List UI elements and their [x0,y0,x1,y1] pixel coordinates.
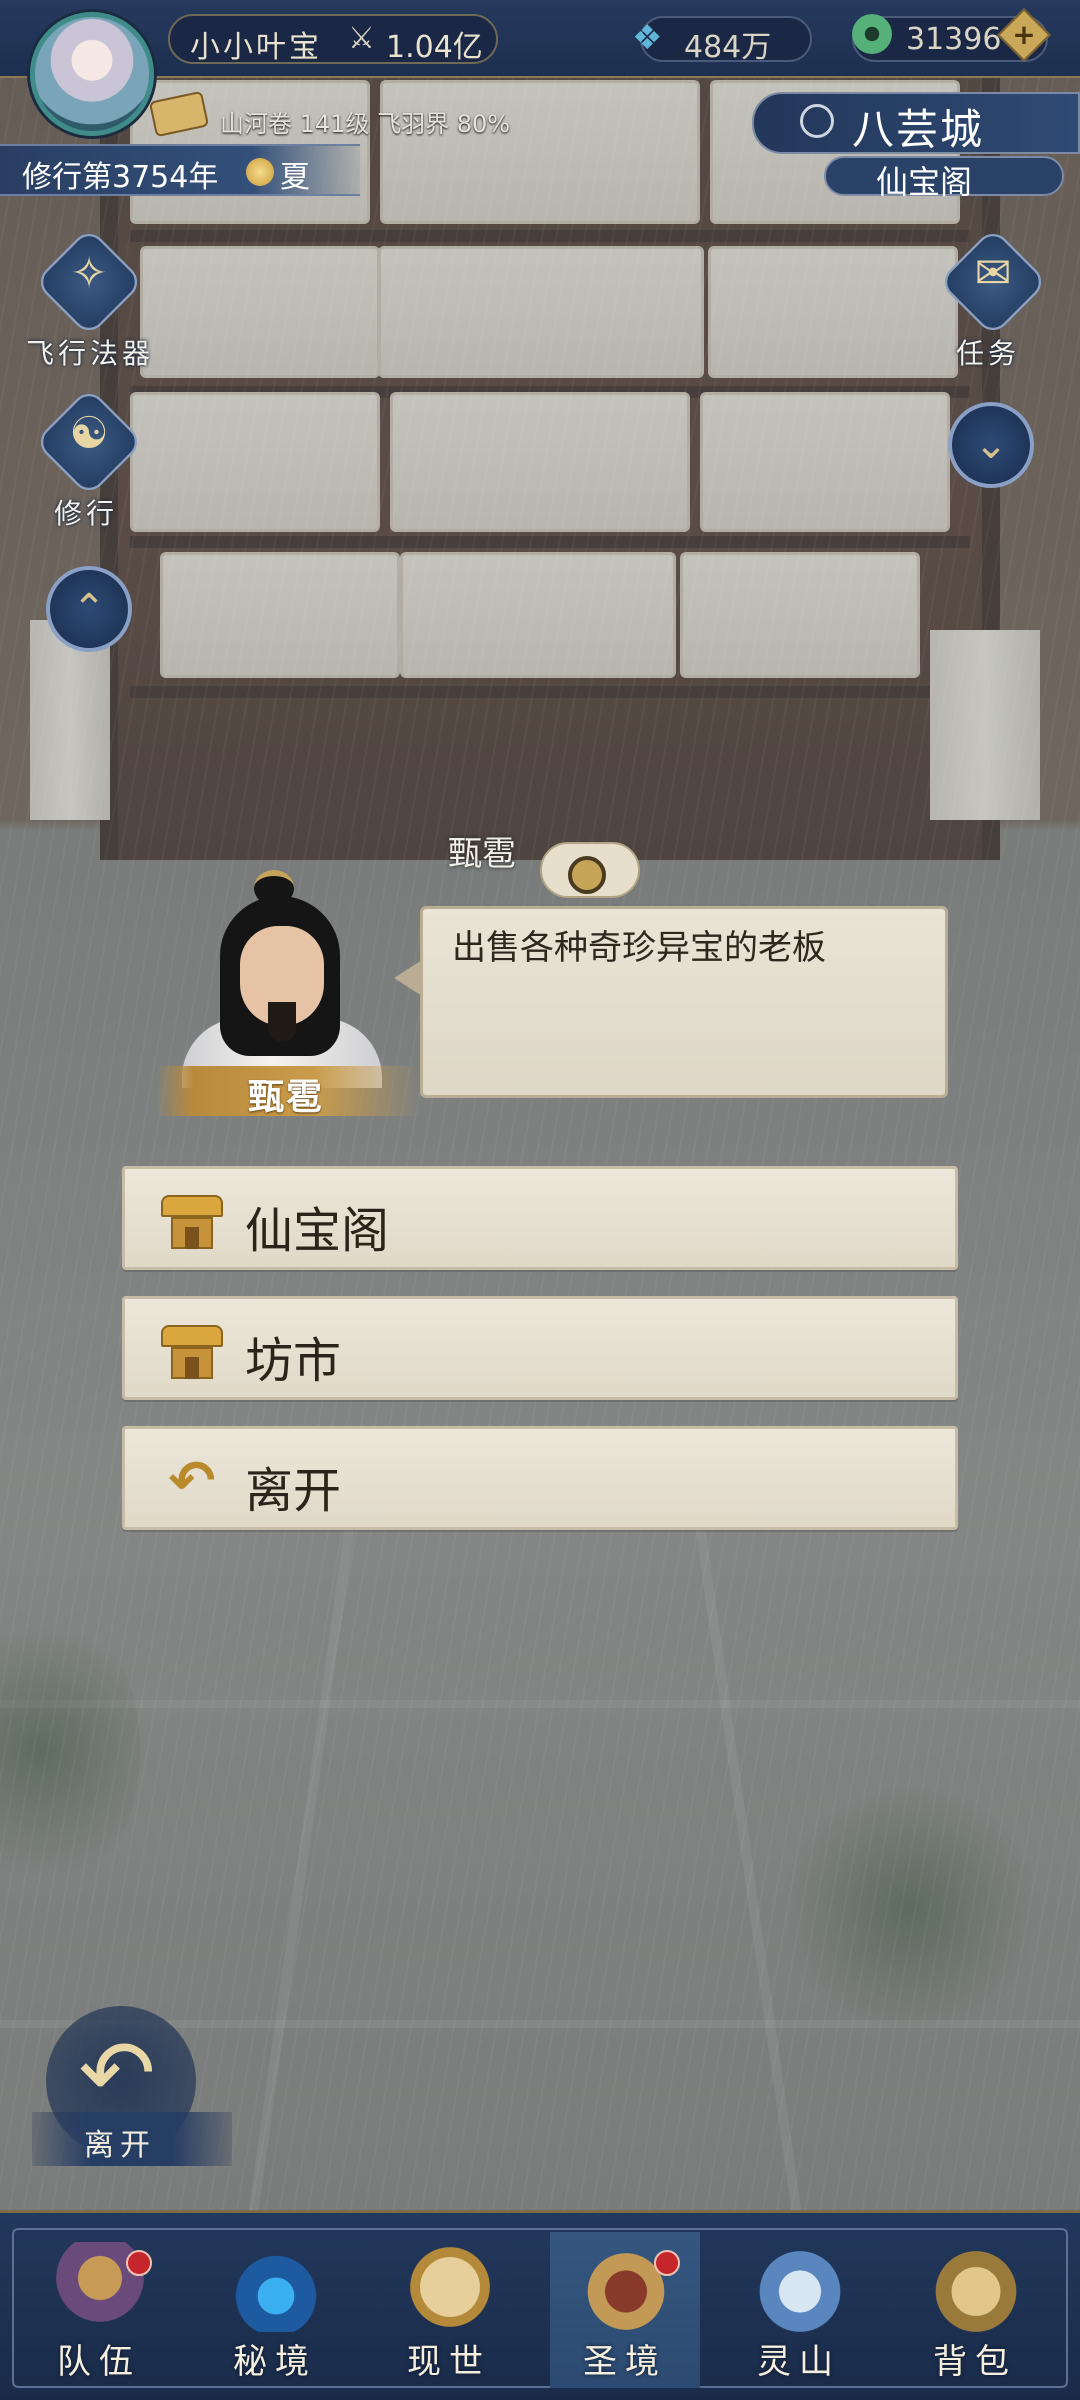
quest-label: 任务 [956,337,1021,370]
plant-decoration [0,1600,140,1900]
expand-down-button[interactable]: ⌄ [948,402,1034,488]
jade-value: 31396 [906,22,1002,57]
cultivate-label: 修行 [54,497,119,530]
flying-sword-icon: ✧ [70,248,108,299]
shop-coin-icon [540,842,640,898]
shelf-panel [140,246,380,378]
nav-backpack[interactable]: 背包 [900,2232,1050,2388]
npc-description: 出售各种奇珍异宝的老板 [452,928,826,968]
mountain-icon [752,2242,848,2332]
collapse-up-button[interactable]: ⌃ [46,566,132,652]
option-market[interactable]: 坊市 [122,1296,958,1400]
season-label: 夏 [280,160,310,195]
season-sun-icon [246,158,274,186]
spirit-stone-icon: ❖ [632,18,663,58]
flying-artifact-button[interactable]: ✧ [33,226,145,342]
shelf-panel [390,392,690,532]
realm-progress: 山河卷 141级 飞羽界 80% [220,110,511,138]
floor-tile-line [688,1480,802,2210]
plus-icon: + [1012,18,1036,51]
nav-label: 队伍 [57,2342,141,2382]
option-leave[interactable]: ↶ 离开 [122,1426,958,1530]
location-map-icon [800,104,834,138]
jade-coin-icon [852,14,892,54]
nav-label: 现世 [407,2342,491,2382]
quest-scroll-icon: ✉ [974,248,1012,299]
return-arrow-icon: ↶ [168,1449,216,1514]
nav-label: 圣境 [583,2342,667,2382]
shelf-panel [400,552,676,678]
shelf-board [130,536,970,548]
npc-name: 甄雹 [248,1077,325,1118]
nav-mortal-world[interactable]: 现世 [374,2232,524,2388]
bag-icon [928,2242,1024,2332]
location-city: 八芸城 [852,105,985,154]
shelf-panel [380,80,700,224]
player-avatar[interactable] [30,12,154,136]
floor-tile-line [248,1480,362,2210]
flying-artifact-label: 飞行法器 [26,337,155,370]
world-map-scroll-icon [402,2242,498,2332]
location-place: 仙宝阁 [876,163,973,201]
shelf-panel [378,246,704,378]
option-label: 坊市 [245,1333,342,1389]
nav-team[interactable]: 队伍 [24,2232,174,2388]
meditating-figure-icon: ☯ [69,408,109,459]
nav-label: 背包 [933,2342,1017,2382]
chevron-up-icon: ⌃ [72,586,106,632]
market-building-icon [157,1317,227,1387]
pavilion-icon [157,1187,227,1257]
option-xianbao-pavilion[interactable]: 仙宝阁 [122,1166,958,1270]
floor-tile-line [0,1700,1080,1708]
shelf-panel [708,246,958,378]
plant-decoration [780,1780,1040,2040]
shelf-panel [160,552,400,678]
leave-label: 离开 [84,2128,156,2163]
shelf-panel [700,392,950,532]
notification-dot [654,2250,680,2276]
return-arrow-icon: ↶ [78,2020,156,2127]
player-name: 小小叶宝 [190,30,322,65]
speech-bubble-tail [394,960,422,996]
combat-power-icon: ⚔ [348,21,375,56]
notification-dot [126,2250,152,2276]
option-label: 仙宝阁 [245,1203,390,1259]
shelf-panel [680,552,920,678]
portal-vortex-icon [228,2242,324,2332]
chevron-down-icon: ⌄ [974,422,1008,468]
nav-label: 秘境 [233,2342,317,2382]
npc-portrait [176,870,386,1088]
combat-power-value: 1.04亿 [386,30,483,65]
fence-post [930,630,1040,820]
nav-label: 灵山 [757,2342,841,2382]
shelf-board [130,230,970,242]
shelf-board [130,686,970,698]
nav-secret-realm[interactable]: 秘境 [200,2232,350,2388]
option-label: 离开 [245,1463,342,1519]
quest-button[interactable]: ✉ [937,226,1049,342]
spirit-stone-value: 484万 [684,30,772,65]
npc-world-name: 甄雹 [448,834,516,874]
shelf-panel [130,392,380,532]
cultivate-button[interactable]: ☯ [33,386,145,502]
nav-spirit-mountain[interactable]: 灵山 [724,2232,874,2388]
cultivation-year: 修行第3754年 [22,160,219,195]
